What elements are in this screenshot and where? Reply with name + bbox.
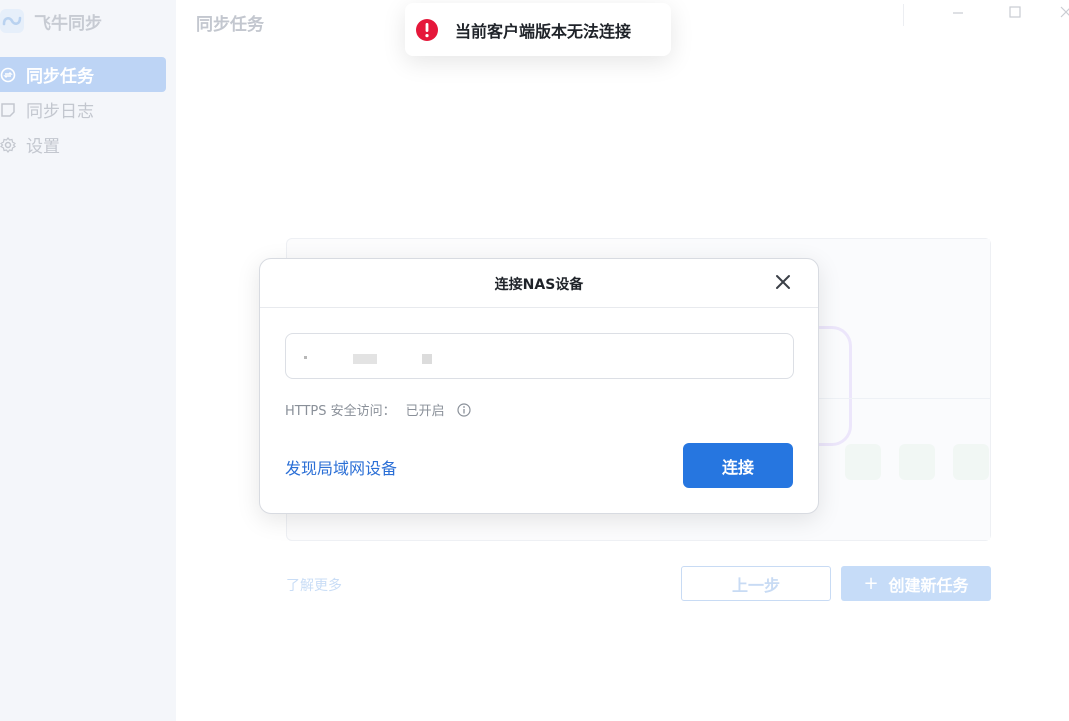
info-icon[interactable] xyxy=(457,402,471,417)
illustration-tile xyxy=(953,444,989,480)
sidebar-item-sync-log[interactable]: 同步日志 xyxy=(0,92,166,127)
error-icon xyxy=(416,18,438,41)
app-name: 飞牛同步 xyxy=(34,13,102,34)
https-value: 已开启 xyxy=(405,404,445,419)
maximize-icon[interactable] xyxy=(1005,4,1025,24)
create-task-label: 创建新任务 xyxy=(888,575,969,595)
previous-step-button[interactable]: 上一步 xyxy=(681,566,831,601)
connect-nas-dialog: 连接NAS设备 HTTPS 安全访问： 已开启 发现局域网设备 连接 xyxy=(259,258,819,514)
learn-more-link[interactable]: 了解更多 xyxy=(286,575,342,595)
log-icon xyxy=(0,102,16,118)
window-controls-divider xyxy=(903,4,904,26)
window-close-icon[interactable] xyxy=(1056,4,1069,24)
toast-message: 当前客户端版本无法连接 xyxy=(455,21,632,41)
illustration-divider xyxy=(818,398,990,399)
connect-button[interactable]: 连接 xyxy=(683,443,793,488)
redacted-text xyxy=(304,356,307,359)
dialog-header: 连接NAS设备 xyxy=(260,259,818,308)
sidebar-item-label: 同步日志 xyxy=(26,102,94,122)
page-title: 同步任务 xyxy=(196,15,264,35)
sidebar-item-label: 设置 xyxy=(26,137,60,157)
close-icon[interactable] xyxy=(774,273,792,291)
dialog-title: 连接NAS设备 xyxy=(494,277,584,293)
redacted-text xyxy=(353,354,377,364)
https-status: HTTPS 安全访问： 已开启 xyxy=(285,400,471,419)
sidebar-nav: 同步任务 同步日志 设置 xyxy=(0,57,166,162)
illustration-tile xyxy=(845,444,881,480)
minimize-icon[interactable] xyxy=(948,4,968,24)
plus-icon: + xyxy=(863,573,879,594)
illustration-tile xyxy=(899,444,935,480)
brand: 飞牛同步 xyxy=(0,6,102,36)
app-logo-icon xyxy=(0,9,24,33)
gear-icon xyxy=(0,136,16,153)
sidebar-item-sync-tasks[interactable]: 同步任务 xyxy=(0,57,166,92)
sidebar-item-settings[interactable]: 设置 xyxy=(0,127,166,162)
sync-icon xyxy=(0,67,16,83)
error-toast: 当前客户端版本无法连接 xyxy=(405,3,671,56)
sidebar: 飞牛同步 同步任务 同步日志 设置 xyxy=(0,0,176,721)
https-label: HTTPS 安全访问： xyxy=(285,404,396,419)
sidebar-item-label: 同步任务 xyxy=(26,67,94,87)
discover-lan-devices-link[interactable]: 发现局域网设备 xyxy=(285,455,397,479)
create-task-button[interactable]: + 创建新任务 xyxy=(841,566,991,601)
redacted-text xyxy=(422,354,432,364)
